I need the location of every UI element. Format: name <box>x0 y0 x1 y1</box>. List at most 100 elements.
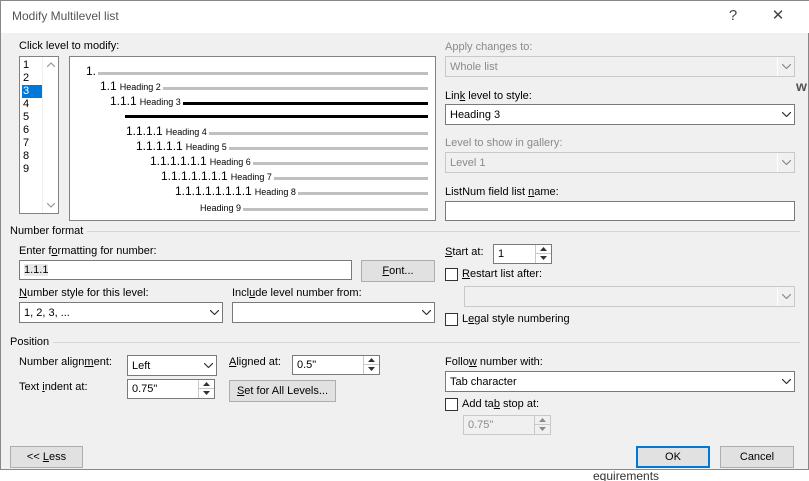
number-format-heading: Number format <box>10 225 88 237</box>
position-divider <box>10 342 800 343</box>
level-list-scrollbar[interactable] <box>42 57 58 213</box>
dialog-title: Modify Multilevel list <box>12 9 119 23</box>
background-text-fragment: equirements <box>593 469 660 481</box>
link-level-value: Heading 3 <box>450 109 501 121</box>
number-format-divider <box>10 231 800 232</box>
preview-row: 1.1.1.1.1.1.1 Heading 7 <box>161 169 272 183</box>
preview-text-line <box>253 162 428 165</box>
start-at-value: 1 <box>498 248 505 260</box>
spin-down-icon[interactable] <box>364 365 379 374</box>
start-at-spinner[interactable]: 1 <box>493 244 552 264</box>
follow-number-label: Follow number with: <box>445 356 543 368</box>
preview-heading: Heading 2 <box>119 82 161 92</box>
spin-up-icon[interactable] <box>535 416 550 425</box>
level-item[interactable]: 6 <box>22 124 42 137</box>
spin-up-icon[interactable] <box>364 356 379 365</box>
preview-text-line <box>243 208 428 211</box>
spin-up-icon[interactable] <box>199 380 214 389</box>
number-style-select[interactable]: 1, 2, 3, ... <box>19 302 223 323</box>
preview-row: 1.1.1.1.1.1 Heading 6 <box>150 154 251 168</box>
preview-row: 1.1.1.1 Heading 4 <box>126 124 207 138</box>
restart-list-checkbox[interactable] <box>445 268 458 281</box>
add-tab-stop-checkbox[interactable] <box>445 398 458 411</box>
level-item[interactable]: 4 <box>22 98 42 111</box>
preview-heading: Heading 7 <box>230 172 272 182</box>
preview-row: 1.1.1.1.1.1.1.1 Heading 8 <box>175 184 296 198</box>
chevron-down-icon <box>417 303 434 322</box>
preview-heading: Heading 6 <box>209 157 251 167</box>
less-button[interactable]: << Less <box>10 446 83 468</box>
close-button[interactable]: ✕ <box>763 5 793 27</box>
start-at-label: Start at: <box>445 246 484 258</box>
ok-button[interactable]: OK <box>636 446 710 468</box>
preview-heading: Heading 9 <box>200 203 242 213</box>
include-level-select[interactable] <box>232 302 435 323</box>
add-tab-stop-spinner[interactable]: 0.75" <box>463 415 551 435</box>
number-format-input[interactable]: 1.1.1 <box>19 260 352 280</box>
text-indent-value: 0.75" <box>132 383 158 395</box>
chevron-down-icon <box>205 303 222 322</box>
preview-heading: Heading 3 <box>139 97 181 107</box>
follow-number-value: Tab character <box>450 376 517 388</box>
text-indent-spinner[interactable]: 0.75" <box>127 379 215 399</box>
set-all-levels-button[interactable]: Set for All Levels... <box>229 380 336 402</box>
scroll-down-icon[interactable] <box>47 203 55 208</box>
apply-changes-label: Apply changes to: <box>445 41 533 53</box>
include-level-label: Include level number from: <box>232 287 362 299</box>
preview-number: 1.1 <box>100 79 117 93</box>
preview-heading: Heading 5 <box>185 142 227 152</box>
apply-changes-select[interactable]: Whole list <box>445 56 795 77</box>
restart-list-label: Restart list after: <box>462 268 543 280</box>
preview-row: 1.1 Heading 2 <box>100 79 161 93</box>
spinner-buttons[interactable] <box>198 380 214 398</box>
follow-number-select[interactable]: Tab character <box>445 371 795 392</box>
help-button[interactable]: ? <box>718 5 748 27</box>
level-item[interactable]: 3 <box>22 85 42 98</box>
legal-style-checkbox[interactable] <box>445 313 458 326</box>
preview-number: 1.1.1.1.1.1.1.1 <box>175 184 252 198</box>
preview-body-line <box>125 115 428 118</box>
level-listbox[interactable]: 123456789 <box>19 56 59 214</box>
preview-text-line <box>209 132 428 135</box>
level-item[interactable]: 5 <box>22 111 42 124</box>
spin-down-icon[interactable] <box>535 425 550 434</box>
gallery-level-value: Level 1 <box>450 157 486 169</box>
spinner-buttons[interactable] <box>363 356 379 374</box>
scroll-up-icon[interactable] <box>47 62 55 67</box>
preview-row: Heading 9 <box>200 200 241 214</box>
spinner-buttons[interactable] <box>535 245 551 263</box>
link-level-select[interactable]: Heading 3 <box>445 104 795 125</box>
number-style-label: Number style for this level: <box>19 287 149 299</box>
number-alignment-select[interactable]: Left <box>127 355 217 376</box>
restart-list-select[interactable] <box>464 286 795 307</box>
listnum-input[interactable] <box>445 201 795 221</box>
spin-up-icon[interactable] <box>536 245 551 254</box>
level-item[interactable]: 7 <box>22 137 42 150</box>
chevron-down-icon <box>199 356 216 375</box>
number-alignment-label: Number alignment: <box>19 356 112 368</box>
level-item[interactable]: 1 <box>22 59 42 72</box>
aligned-at-value: 0.5" <box>297 359 317 371</box>
aligned-at-label: Aligned at: <box>229 356 281 368</box>
font-button[interactable]: Font... <box>361 260 435 282</box>
listnum-label: ListNum field list name: <box>445 186 559 198</box>
gallery-level-select[interactable]: Level 1 <box>445 152 795 173</box>
level-item[interactable]: 9 <box>22 163 42 176</box>
preview-text-line <box>163 87 428 90</box>
level-item[interactable]: 8 <box>22 150 42 163</box>
chevron-down-icon <box>777 153 794 172</box>
aligned-at-spinner[interactable]: 0.5" <box>292 355 380 375</box>
preview-heading: Heading 8 <box>254 187 296 197</box>
spinner-buttons[interactable] <box>534 416 550 434</box>
spin-down-icon[interactable] <box>536 254 551 263</box>
level-item[interactable]: 2 <box>22 72 42 85</box>
preview-number: 1.1.1.1.1.1.1 <box>161 169 228 183</box>
cancel-button[interactable]: Cancel <box>720 446 794 468</box>
add-tab-stop-label: Add tab stop at: <box>462 398 540 410</box>
modify-multilevel-list-dialog: Modify Multilevel list ? ✕ Click level t… <box>0 0 809 470</box>
legal-style-label: Legal style numbering <box>462 313 570 325</box>
preview-text-line <box>298 192 428 195</box>
preview-number: 1. <box>86 64 97 78</box>
preview-row: 1.1.1.1.1 Heading 5 <box>136 139 227 153</box>
spin-down-icon[interactable] <box>199 389 214 398</box>
